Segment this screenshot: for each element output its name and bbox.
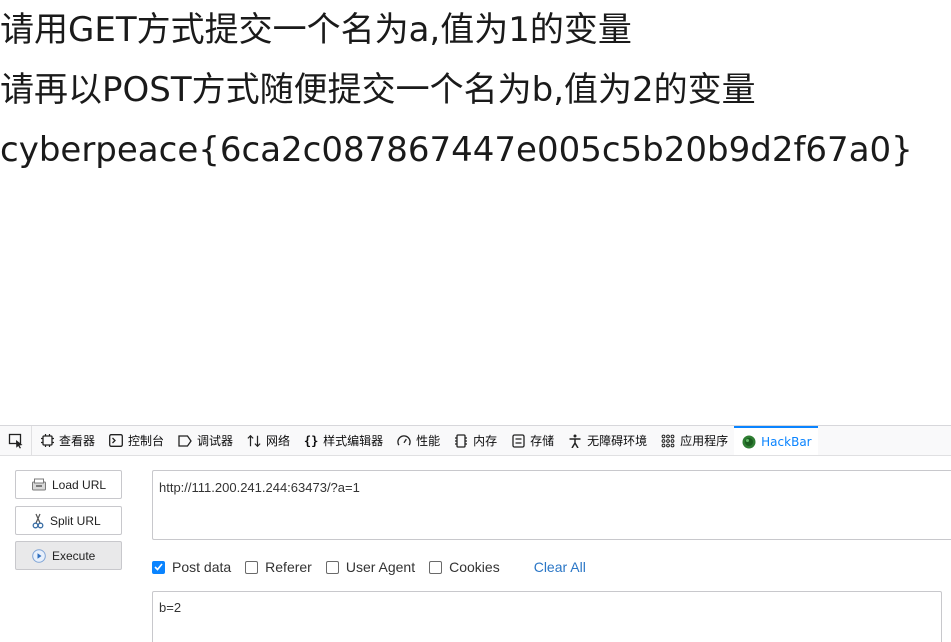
request-options: Post data Referer User Agent Cookies Cle… xyxy=(152,556,586,578)
load-url-icon xyxy=(32,478,46,491)
post-body-input[interactable]: b=2 xyxy=(152,591,942,642)
tab-label: 网络 xyxy=(266,434,291,448)
hackbar-panel: Load URL Split URL Execute http://111.20… xyxy=(0,456,951,642)
memory-icon xyxy=(454,433,468,448)
post-data-option[interactable]: Post data xyxy=(152,559,231,575)
referer-label: Referer xyxy=(265,559,312,575)
user-agent-option[interactable]: User Agent xyxy=(325,559,416,575)
split-url-button[interactable]: Split URL xyxy=(15,506,122,535)
tab-label: 存储 xyxy=(530,434,555,448)
console-icon xyxy=(109,434,123,448)
load-url-label: Load URL xyxy=(52,477,107,492)
tab-memory[interactable]: 内存 xyxy=(446,426,503,455)
cookies-checkbox[interactable] xyxy=(429,560,443,574)
hackbar-icon xyxy=(742,435,756,449)
tab-label: 无障碍环境 xyxy=(587,434,648,448)
accessibility-icon xyxy=(568,434,582,448)
execute-label: Execute xyxy=(52,548,96,563)
tab-label: 内存 xyxy=(473,434,498,448)
post-instruction-text: 请再以POST方式随便提交一个名为b,值为2的变量 xyxy=(0,70,756,110)
tab-label: 调试器 xyxy=(197,434,234,448)
inspector-icon xyxy=(40,434,54,448)
tab-style-editor[interactable]: {} 样式编辑器 xyxy=(296,426,389,455)
split-url-label: Split URL xyxy=(50,513,101,528)
referer-checkbox[interactable] xyxy=(245,560,259,574)
network-icon xyxy=(247,434,261,448)
browser-page: 请用GET方式提交一个名为a,值为1的变量 请再以POST方式随便提交一个名为b… xyxy=(0,0,951,642)
tab-label: 控制台 xyxy=(128,434,165,448)
flag-text: cyberpeace{6ca2c087867447e005c5b20b9d2f6… xyxy=(0,130,913,170)
tab-label: 应用程序 xyxy=(680,434,729,448)
url-input[interactable]: http://111.200.241.244:63473/?a=1 xyxy=(152,470,951,540)
application-icon xyxy=(661,434,675,448)
get-instruction-text: 请用GET方式提交一个名为a,值为1的变量 xyxy=(0,10,632,50)
tab-performance[interactable]: 性能 xyxy=(389,426,446,455)
cookies-option[interactable]: Cookies xyxy=(429,559,500,575)
tab-console[interactable]: 控制台 xyxy=(101,426,170,455)
cookies-label: Cookies xyxy=(449,559,500,575)
tab-network[interactable]: 网络 xyxy=(239,426,296,455)
checkmark-icon xyxy=(154,563,163,571)
style-editor-icon: {} xyxy=(303,433,319,448)
tab-accessibility[interactable]: 无障碍环境 xyxy=(560,426,653,455)
tab-label: 性能 xyxy=(416,434,441,448)
debugger-icon xyxy=(178,434,192,448)
load-url-button[interactable]: Load URL xyxy=(15,470,122,499)
url-value: http://111.200.241.244:63473/?a=1 xyxy=(159,480,360,495)
user-agent-checkbox[interactable] xyxy=(325,560,339,574)
tab-debugger[interactable]: 调试器 xyxy=(170,426,239,455)
post-data-label: Post data xyxy=(172,559,232,575)
tab-label: 查看器 xyxy=(59,434,96,448)
referer-option[interactable]: Referer xyxy=(245,559,312,575)
tab-label: HackBar xyxy=(761,434,812,449)
storage-icon xyxy=(511,433,525,448)
post-body-value: b=2 xyxy=(159,600,182,615)
element-picker-icon xyxy=(8,433,22,448)
tab-storage[interactable]: 存储 xyxy=(503,426,560,455)
scissors-icon xyxy=(32,513,44,528)
post-data-checkbox[interactable] xyxy=(152,560,165,574)
tab-inspector[interactable]: 查看器 xyxy=(32,426,101,455)
performance-icon xyxy=(397,434,411,448)
page-content: 请用GET方式提交一个名为a,值为1的变量 请再以POST方式随便提交一个名为b… xyxy=(0,0,951,425)
tab-label: 样式编辑器 xyxy=(323,434,384,448)
user-agent-label: User Agent xyxy=(345,559,416,575)
clear-all-link[interactable]: Clear All xyxy=(534,559,586,575)
tab-hackbar[interactable]: HackBar xyxy=(734,426,818,455)
devtools-toolbar: 查看器 控制台 调试器 网络 {} 样式编辑器 性能 内存 存储 无障碍环境 应… xyxy=(0,426,951,456)
execute-button[interactable]: Execute xyxy=(15,541,122,570)
play-icon xyxy=(32,548,46,563)
tab-application[interactable]: 应用程序 xyxy=(653,426,734,455)
element-picker-button[interactable] xyxy=(0,426,32,455)
devtools-panel: 查看器 控制台 调试器 网络 {} 样式编辑器 性能 内存 存储 无障碍环境 应… xyxy=(0,425,951,642)
